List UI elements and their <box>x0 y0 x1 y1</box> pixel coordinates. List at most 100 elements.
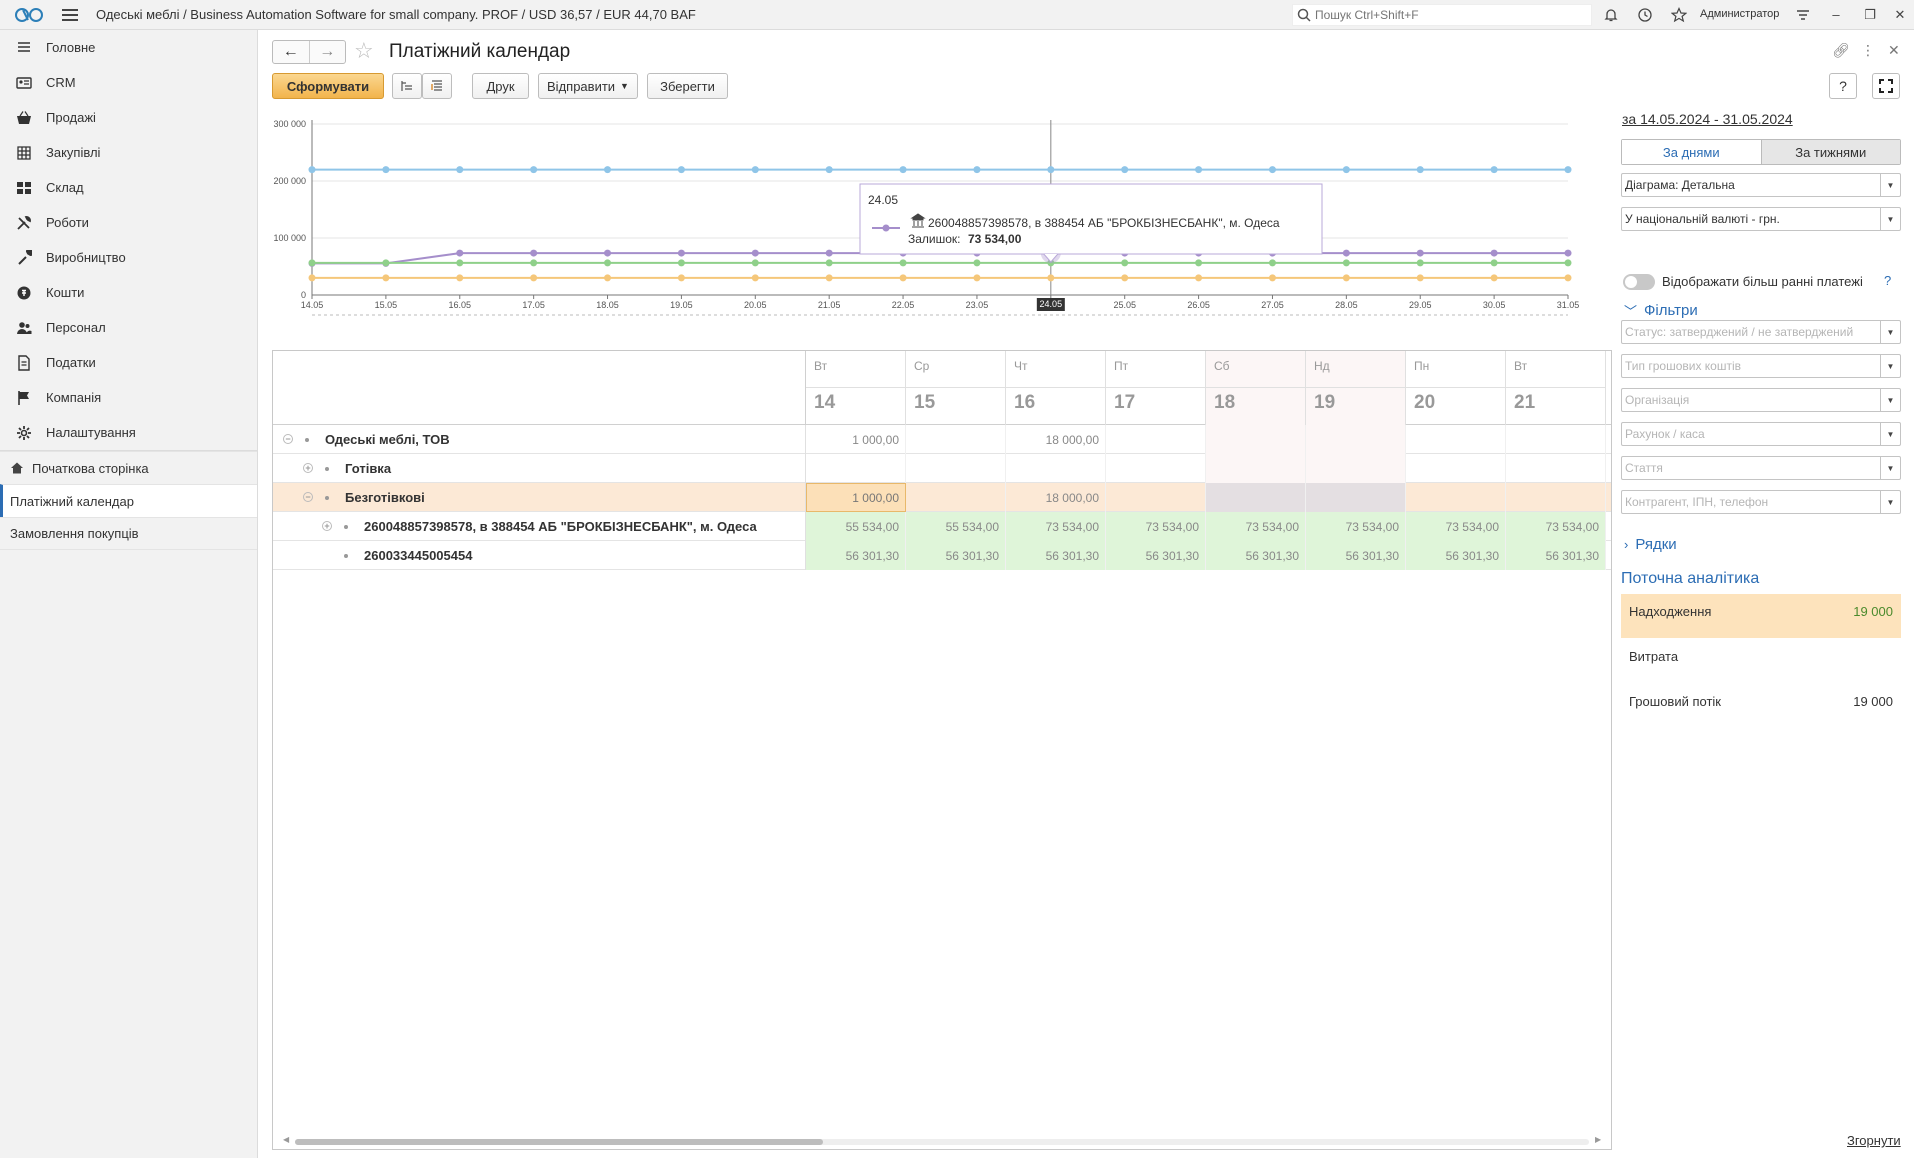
table-cell[interactable] <box>1106 454 1206 483</box>
table-cell[interactable]: 56 301,30 <box>1306 541 1406 570</box>
table-cell[interactable]: 73 534,00 <box>1206 512 1306 541</box>
by-days-button[interactable]: За днями <box>1622 140 1761 164</box>
collapse-panel-link[interactable]: Згорнути <box>1847 1133 1901 1148</box>
grid-column-header[interactable]: Пн 20 <box>1406 351 1506 425</box>
table-cell[interactable]: 18 000,00 <box>1006 425 1106 454</box>
chevron-down-icon[interactable]: ▼ <box>1880 457 1900 479</box>
sidebar-item-3[interactable]: Продажі <box>0 100 257 135</box>
open-window-customer-orders[interactable]: Замовлення покупців <box>0 517 257 550</box>
scroll-right-icon[interactable]: ▶ <box>1595 1135 1601 1144</box>
chevron-down-icon[interactable]: ▼ <box>1880 423 1900 445</box>
grid-column-header[interactable]: Вт 21 <box>1506 351 1606 425</box>
table-cell[interactable] <box>1406 425 1506 454</box>
chevron-down-icon[interactable]: ▼ <box>1880 208 1900 230</box>
grid-column-header[interactable]: Нд 19 <box>1306 351 1406 425</box>
close-icon[interactable]: ✕ <box>1891 6 1909 24</box>
table-row[interactable]: − Безготівкові 1 000,00 18 000,00 <box>273 483 1611 512</box>
sidebar-item-12[interactable]: Налаштування <box>0 415 257 450</box>
table-cell[interactable]: 56 301,30 <box>1106 541 1206 570</box>
table-cell[interactable] <box>1206 454 1306 483</box>
table-cell[interactable] <box>1306 425 1406 454</box>
sidebar-item-7[interactable]: Виробництво <box>0 240 257 275</box>
sidebar-item-6[interactable]: Роботи <box>0 205 257 240</box>
user-name[interactable]: Администратор <box>1700 8 1779 20</box>
settings-list-icon[interactable] <box>1795 7 1811 23</box>
diagram-select[interactable]: Діаграма: Детальна ▼ <box>1621 173 1901 197</box>
forward-arrow-icon[interactable]: → <box>308 41 346 63</box>
back-arrow-icon[interactable]: ← <box>273 41 309 63</box>
table-cell[interactable] <box>1306 454 1406 483</box>
table-cell[interactable]: 56 301,30 <box>906 541 1006 570</box>
table-cell[interactable]: 55 534,00 <box>806 512 906 541</box>
star-icon[interactable] <box>1670 7 1688 23</box>
row-name-cell[interactable]: +260048857398578, в 388454 АБ "БРОКБІЗНЕ… <box>273 512 806 541</box>
sidebar-item-10[interactable]: Податки <box>0 345 257 380</box>
table-cell[interactable] <box>1106 483 1206 512</box>
collapse-node-icon[interactable]: − <box>283 434 293 444</box>
chevron-down-icon[interactable]: ▼ <box>1880 174 1900 196</box>
table-cell[interactable]: 1 000,00 <box>806 483 906 512</box>
grid-column-header[interactable]: Сб 18 <box>1206 351 1306 425</box>
table-row[interactable]: 260033445005454 56 301,30 56 301,30 56 301,… <box>273 541 1611 570</box>
app-logo-icon[interactable] <box>14 7 44 23</box>
show-earlier-toggle[interactable] <box>1623 274 1655 290</box>
table-cell[interactable] <box>1006 454 1106 483</box>
global-search[interactable] <box>1292 4 1592 26</box>
expand-node-icon[interactable]: + <box>303 463 313 473</box>
row-name-cell[interactable]: − Одеські меблі, ТОВ <box>273 425 806 454</box>
grid-column-header[interactable]: Чт 16 <box>1006 351 1106 425</box>
grid-column-header[interactable]: Пт 17 <box>1106 351 1206 425</box>
sidebar-item-1[interactable]: Головне <box>0 30 257 65</box>
expand-node-icon[interactable]: + <box>322 521 332 531</box>
table-cell[interactable] <box>1406 483 1506 512</box>
table-cell[interactable] <box>906 483 1006 512</box>
sidebar-item-8[interactable]: Кошти <box>0 275 257 310</box>
restore-icon[interactable]: ❐ <box>1861 6 1879 24</box>
filter-select-5[interactable]: Стаття ▼ <box>1621 456 1901 480</box>
chevron-down-icon[interactable]: ▼ <box>1880 389 1900 411</box>
minimize-icon[interactable]: – <box>1827 6 1845 24</box>
print-button[interactable]: Друк <box>472 73 529 99</box>
grid-column-header[interactable]: Вт 14 <box>806 351 906 425</box>
table-cell[interactable]: 55 534,00 <box>906 512 1006 541</box>
period-link[interactable]: за 14.05.2024 - 31.05.2024 <box>1622 111 1793 127</box>
filter-select-1[interactable]: Статус: затверджений / не затверджений ▼ <box>1621 320 1901 344</box>
table-cell[interactable] <box>1106 425 1206 454</box>
row-name-cell[interactable]: + Готівка <box>273 454 806 483</box>
table-row[interactable]: + Готівка <box>273 454 1611 483</box>
favorite-star-icon[interactable]: ☆ <box>354 40 374 62</box>
chevron-down-icon[interactable]: ▼ <box>1880 491 1900 513</box>
table-cell[interactable] <box>1306 483 1406 512</box>
row-name-cell[interactable]: − Безготівкові <box>273 483 806 512</box>
table-row[interactable]: +260048857398578, в 388454 АБ "БРОКБІЗНЕ… <box>273 512 1611 541</box>
show-earlier-help[interactable]: ? <box>1884 273 1891 288</box>
table-cell[interactable] <box>906 425 1006 454</box>
table-cell[interactable]: 1 000,00 <box>806 425 906 454</box>
table-cell[interactable]: 73 534,00 <box>1506 512 1606 541</box>
table-cell[interactable] <box>1206 483 1306 512</box>
chevron-down-icon[interactable]: ▼ <box>1880 321 1900 343</box>
table-cell[interactable] <box>1506 483 1606 512</box>
by-weeks-button[interactable]: За тижнями <box>1760 140 1900 164</box>
search-input[interactable] <box>1315 8 1575 22</box>
table-cell[interactable]: 56 301,30 <box>806 541 906 570</box>
generate-button[interactable]: Сформувати <box>272 73 384 99</box>
grid-column-header[interactable]: Ср 15 <box>906 351 1006 425</box>
save-button[interactable]: Зберегти <box>647 73 728 99</box>
history-icon[interactable] <box>1637 7 1653 23</box>
scroll-thumb[interactable] <box>295 1139 823 1145</box>
rows-section-toggle[interactable]: › Рядки <box>1624 536 1677 553</box>
horizontal-scrollbar[interactable]: ◀ ▶ <box>281 1135 1603 1147</box>
sidebar-item-2[interactable]: CRM <box>0 65 257 100</box>
filter-select-6[interactable]: Контрагент, ІПН, телефон ▼ <box>1621 490 1901 514</box>
filter-select-2[interactable]: Тип грошових коштів ▼ <box>1621 354 1901 378</box>
table-cell[interactable]: 73 534,00 <box>1306 512 1406 541</box>
table-cell[interactable] <box>806 454 906 483</box>
bell-icon[interactable] <box>1603 7 1619 23</box>
table-cell[interactable]: 56 301,30 <box>1506 541 1606 570</box>
table-cell[interactable]: 56 301,30 <box>1006 541 1106 570</box>
table-cell[interactable]: 18 000,00 <box>1006 483 1106 512</box>
filter-select-4[interactable]: Рахунок / каса ▼ <box>1621 422 1901 446</box>
table-cell[interactable]: 73 534,00 <box>1106 512 1206 541</box>
open-window-home[interactable]: Початкова сторінка <box>0 451 257 484</box>
